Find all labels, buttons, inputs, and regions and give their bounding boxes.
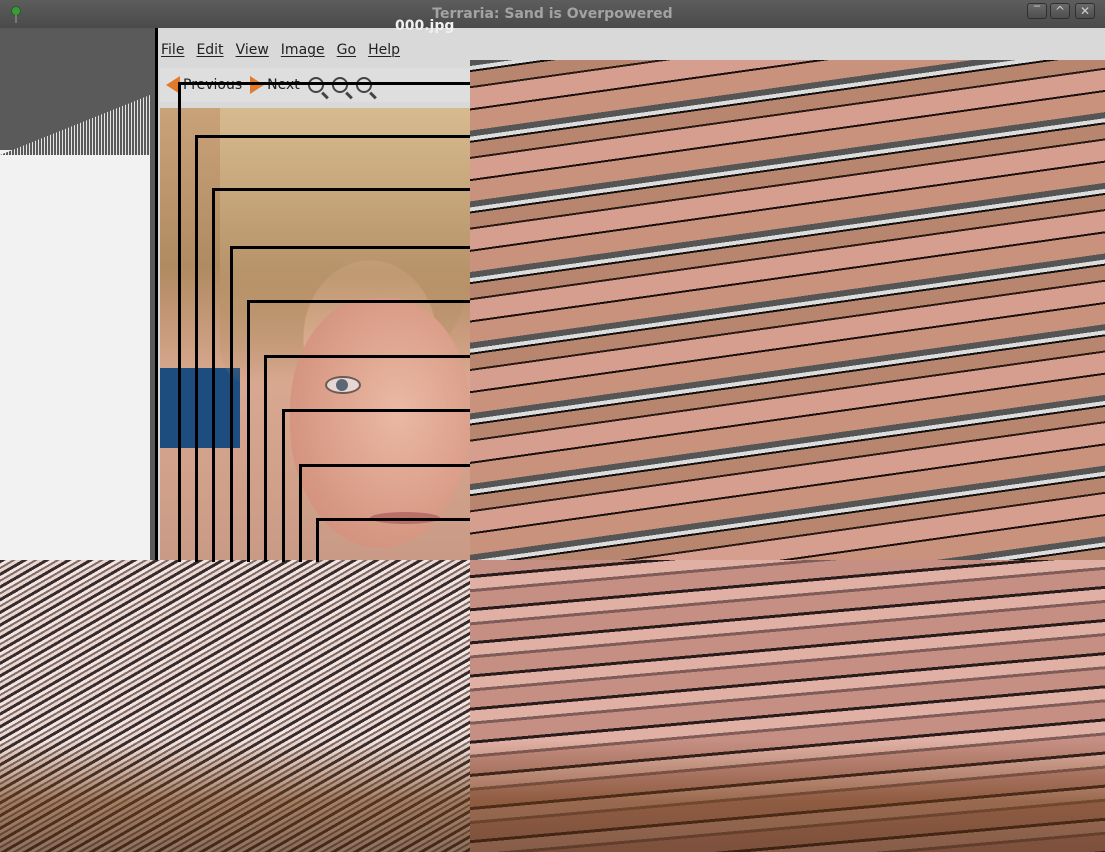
eye-region xyxy=(325,376,361,394)
minimize-button[interactable]: ‾ xyxy=(1027,3,1047,19)
bracket-line xyxy=(316,518,319,562)
bracket-line xyxy=(195,135,198,562)
maximize-button[interactable]: ^ xyxy=(1050,3,1070,19)
menu-bar: File Edit View Image Go Help xyxy=(155,40,406,64)
bracket-line xyxy=(178,82,181,562)
smeared-region-right xyxy=(470,60,1105,560)
bracket-line xyxy=(299,464,302,562)
previous-label: Previous xyxy=(183,77,243,93)
bracket-line xyxy=(155,28,158,560)
menu-image[interactable]: Image xyxy=(275,40,331,64)
menu-file[interactable]: File xyxy=(155,40,190,64)
menu-go[interactable]: Go xyxy=(331,40,362,64)
zoom-in-icon[interactable] xyxy=(307,77,324,93)
zoom-normal-icon[interactable] xyxy=(355,77,372,93)
close-button[interactable]: ✕ xyxy=(1075,3,1095,19)
bracket-line xyxy=(264,355,267,562)
face-region xyxy=(290,298,470,548)
bracket-line xyxy=(247,300,250,562)
bracket-line xyxy=(299,464,470,467)
zoom-out-icon[interactable] xyxy=(331,77,348,93)
menu-help[interactable]: Help xyxy=(362,40,406,64)
bracket-line xyxy=(247,300,470,303)
next-button[interactable]: Next xyxy=(250,76,300,94)
window-title-bar: Terraria: Sand is Overpowered ‾ ^ ✕ xyxy=(0,0,1105,28)
bracket-line xyxy=(264,355,470,358)
floor-shadow xyxy=(0,740,1105,852)
viewer-toolbar: Previous Next xyxy=(160,68,476,102)
viewer-title: 000.jpg xyxy=(395,18,455,34)
arrow-right-icon xyxy=(250,76,265,94)
bracket-line xyxy=(212,188,215,562)
bracket-line xyxy=(282,409,470,412)
bracket-line xyxy=(212,188,470,191)
menu-edit[interactable]: Edit xyxy=(190,40,229,64)
bracket-line xyxy=(230,246,470,249)
bracket-line xyxy=(178,82,470,85)
bracket-line xyxy=(282,409,285,562)
next-label: Next xyxy=(267,77,300,93)
photo-image xyxy=(160,108,470,560)
bracket-line xyxy=(195,135,470,138)
bracket-line xyxy=(316,518,470,521)
blue-background-patch xyxy=(160,368,240,448)
bracket-line xyxy=(230,246,233,562)
window-title: Terraria: Sand is Overpowered xyxy=(432,6,673,22)
menu-view[interactable]: View xyxy=(230,40,275,64)
